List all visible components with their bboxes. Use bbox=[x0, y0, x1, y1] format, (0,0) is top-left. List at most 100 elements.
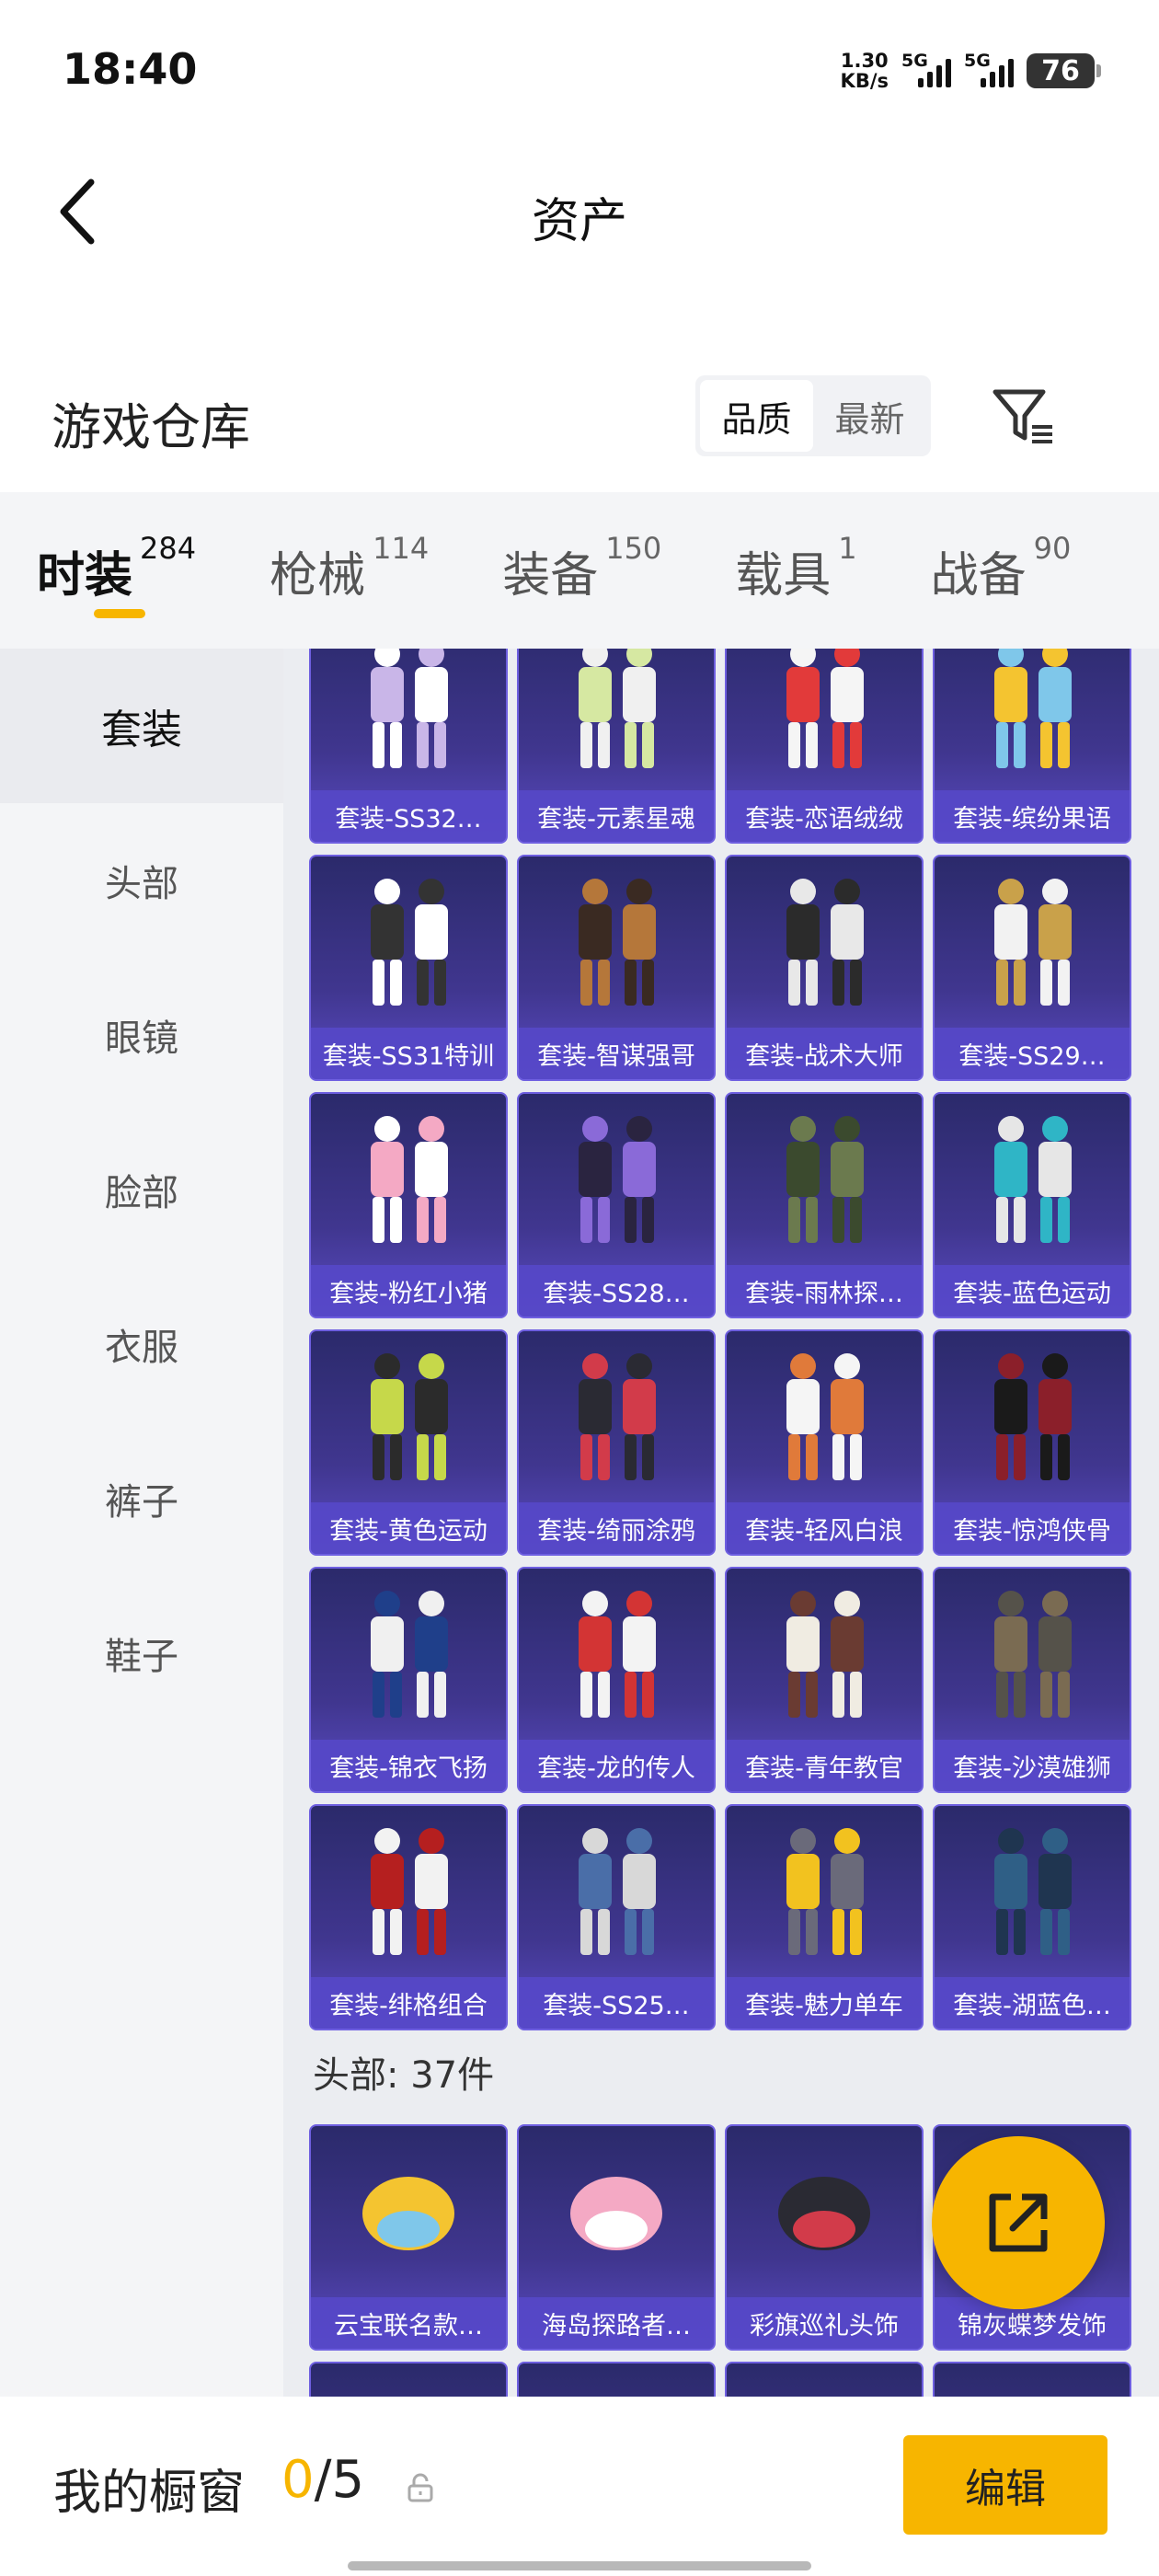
head-item-name: 云宝联名款… bbox=[311, 2297, 506, 2349]
suit-image bbox=[727, 1806, 922, 1981]
battery-icon: 76 bbox=[1027, 53, 1101, 88]
sidebar-item-face[interactable]: 脸部 bbox=[0, 1112, 283, 1267]
suit-card[interactable]: 套装-元素星魂 bbox=[517, 649, 716, 844]
sim2-label: 5G bbox=[964, 51, 991, 71]
suit-card[interactable]: 套装-智谋强哥 bbox=[517, 855, 716, 1081]
sidebar-item-glasses[interactable]: 眼镜 bbox=[0, 958, 283, 1112]
tab-label: 载具 bbox=[735, 548, 832, 604]
suit-image bbox=[727, 1331, 922, 1506]
suit-card[interactable]: 套装-黄色运动 bbox=[309, 1329, 508, 1556]
suit-image bbox=[727, 1569, 922, 1743]
filter-icon bbox=[993, 389, 1052, 443]
head-item-image bbox=[727, 2126, 922, 2301]
suit-name: 套装-雨林探… bbox=[727, 1265, 922, 1317]
suit-name: 套装-缤纷果语 bbox=[935, 790, 1130, 842]
suit-card[interactable]: 套装-战术大师 bbox=[725, 855, 924, 1081]
category-sidebar: 套装 头部 眼镜 脸部 衣服 裤子 鞋子 bbox=[0, 649, 283, 2397]
head-item-card[interactable] bbox=[309, 2362, 508, 2397]
head-item-card[interactable]: 海岛探路者… bbox=[517, 2124, 716, 2351]
tab-firearms[interactable]: 枪械 114 bbox=[270, 492, 429, 649]
filter-button[interactable] bbox=[986, 379, 1060, 453]
suit-card[interactable]: 套装-雨林探… bbox=[725, 1092, 924, 1318]
sort-option-quality[interactable]: 品质 bbox=[700, 380, 813, 452]
head-section-label: 头部: 37件 bbox=[313, 2054, 495, 2097]
sort-option-newest[interactable]: 最新 bbox=[813, 380, 926, 452]
suit-card[interactable]: 套装-SS25… bbox=[517, 1804, 716, 2030]
suit-image bbox=[935, 1331, 1130, 1506]
sidebar-item-suit[interactable]: 套装 bbox=[0, 649, 283, 803]
suit-card[interactable]: 套装-绮丽涂鸦 bbox=[517, 1329, 716, 1556]
suit-card[interactable]: 套装-锦衣飞扬 bbox=[309, 1567, 508, 1793]
suit-name: 套装-战术大师 bbox=[727, 1028, 922, 1079]
sidebar-item-pants[interactable]: 裤子 bbox=[0, 1421, 283, 1576]
suit-name: 套装-魅力单车 bbox=[727, 1977, 922, 2029]
showcase-bar: 我的橱窗 0/5 编辑 bbox=[0, 2397, 1159, 2576]
suit-name: 套装-锦衣飞扬 bbox=[311, 1740, 506, 1791]
suit-card[interactable]: 套装-SS28… bbox=[517, 1092, 716, 1318]
suit-name: 套装-恋语绒绒 bbox=[727, 790, 922, 842]
tab-fashion[interactable]: 时装 284 bbox=[37, 492, 196, 649]
suit-card[interactable]: 套装-沙漠雄狮 bbox=[933, 1567, 1131, 1793]
tab-count: 284 bbox=[140, 531, 197, 566]
suit-image bbox=[519, 1806, 714, 1981]
tab-equipment[interactable]: 装备 150 bbox=[502, 492, 661, 649]
suit-image bbox=[519, 649, 714, 794]
suit-name: 套装-青年教官 bbox=[727, 1740, 922, 1791]
suit-image bbox=[311, 1806, 506, 1981]
tab-supplies[interactable]: 战备 90 bbox=[931, 492, 1072, 649]
sidebar-item-head[interactable]: 头部 bbox=[0, 803, 283, 958]
home-indicator bbox=[348, 2561, 811, 2570]
sidebar-item-clothes[interactable]: 衣服 bbox=[0, 1267, 283, 1421]
suit-card[interactable]: 套装-绯格组合 bbox=[309, 1804, 508, 2030]
suit-name: 套装-SS32… bbox=[311, 790, 506, 842]
status-bar: 18:40 1.30 KB/s 5G 5G 76 bbox=[0, 0, 1159, 138]
suit-image bbox=[935, 1094, 1130, 1269]
suit-grid: 套装-SS32… 套装-元素星魂 套装-恋语绒绒 套装-缤纷果语 套装-SS31特训 套装… bbox=[309, 649, 1141, 2030]
tab-count: 1 bbox=[838, 531, 857, 566]
suit-name: 套装-绯格组合 bbox=[311, 1977, 506, 2029]
showcase-title: 我的橱窗 bbox=[53, 2466, 246, 2521]
head-item-card[interactable] bbox=[725, 2362, 924, 2397]
suit-image bbox=[727, 1094, 922, 1269]
suit-card[interactable]: 套装-魅力单车 bbox=[725, 1804, 924, 2030]
head-item-card[interactable]: 彩旗巡礼头饰 bbox=[725, 2124, 924, 2351]
status-time: 18:40 bbox=[63, 44, 198, 94]
showcase-total: /5 bbox=[314, 2450, 365, 2510]
tab-count: 114 bbox=[373, 531, 430, 566]
suit-card[interactable]: 套装-SS31特训 bbox=[309, 855, 508, 1081]
suit-card[interactable]: 套装-湖蓝色… bbox=[933, 1804, 1131, 2030]
suit-card[interactable]: 套装-惊鸿侠骨 bbox=[933, 1329, 1131, 1556]
suit-card[interactable]: 套装-粉红小猪 bbox=[309, 1092, 508, 1318]
page-title: 资产 bbox=[531, 194, 627, 249]
suit-card[interactable]: 套装-SS32… bbox=[309, 649, 508, 844]
suit-name: 套装-SS28… bbox=[519, 1265, 714, 1317]
edit-button[interactable]: 编辑 bbox=[903, 2435, 1107, 2535]
suit-card[interactable]: 套装-SS29… bbox=[933, 855, 1131, 1081]
suit-image bbox=[935, 649, 1130, 794]
active-tab-indicator bbox=[94, 609, 145, 618]
item-list: 套装-SS32… 套装-元素星魂 套装-恋语绒绒 套装-缤纷果语 套装-SS31特训 套装… bbox=[283, 649, 1159, 2397]
head-item-image bbox=[311, 2126, 506, 2301]
suit-card[interactable]: 套装-青年教官 bbox=[725, 1567, 924, 1793]
suit-card[interactable]: 套装-恋语绒绒 bbox=[725, 649, 924, 844]
sim1-label: 5G bbox=[901, 51, 928, 71]
tab-vehicles[interactable]: 载具 1 bbox=[735, 492, 856, 649]
suit-name: 套装-绮丽涂鸦 bbox=[519, 1502, 714, 1554]
suit-name: 套装-湖蓝色… bbox=[935, 1977, 1130, 2029]
share-button[interactable] bbox=[932, 2136, 1105, 2309]
suit-name: 套装-轻风白浪 bbox=[727, 1502, 922, 1554]
head-item-card[interactable]: 云宝联名款… bbox=[309, 2124, 508, 2351]
head-item-name: 彩旗巡礼头饰 bbox=[727, 2297, 922, 2349]
suit-image bbox=[519, 1569, 714, 1743]
suit-card[interactable]: 套装-缤纷果语 bbox=[933, 649, 1131, 844]
share-icon bbox=[989, 2193, 1048, 2252]
suit-card[interactable]: 套装-轻风白浪 bbox=[725, 1329, 924, 1556]
suit-name: 套装-蓝色运动 bbox=[935, 1265, 1130, 1317]
sidebar-item-shoes[interactable]: 鞋子 bbox=[0, 1576, 283, 1731]
showcase-current: 0 bbox=[281, 2450, 315, 2510]
suit-card[interactable]: 套装-龙的传人 bbox=[517, 1567, 716, 1793]
head-item-card[interactable] bbox=[517, 2362, 716, 2397]
tab-label: 战备 bbox=[930, 548, 1027, 604]
suit-card[interactable]: 套装-蓝色运动 bbox=[933, 1092, 1131, 1318]
head-item-card[interactable] bbox=[933, 2362, 1131, 2397]
